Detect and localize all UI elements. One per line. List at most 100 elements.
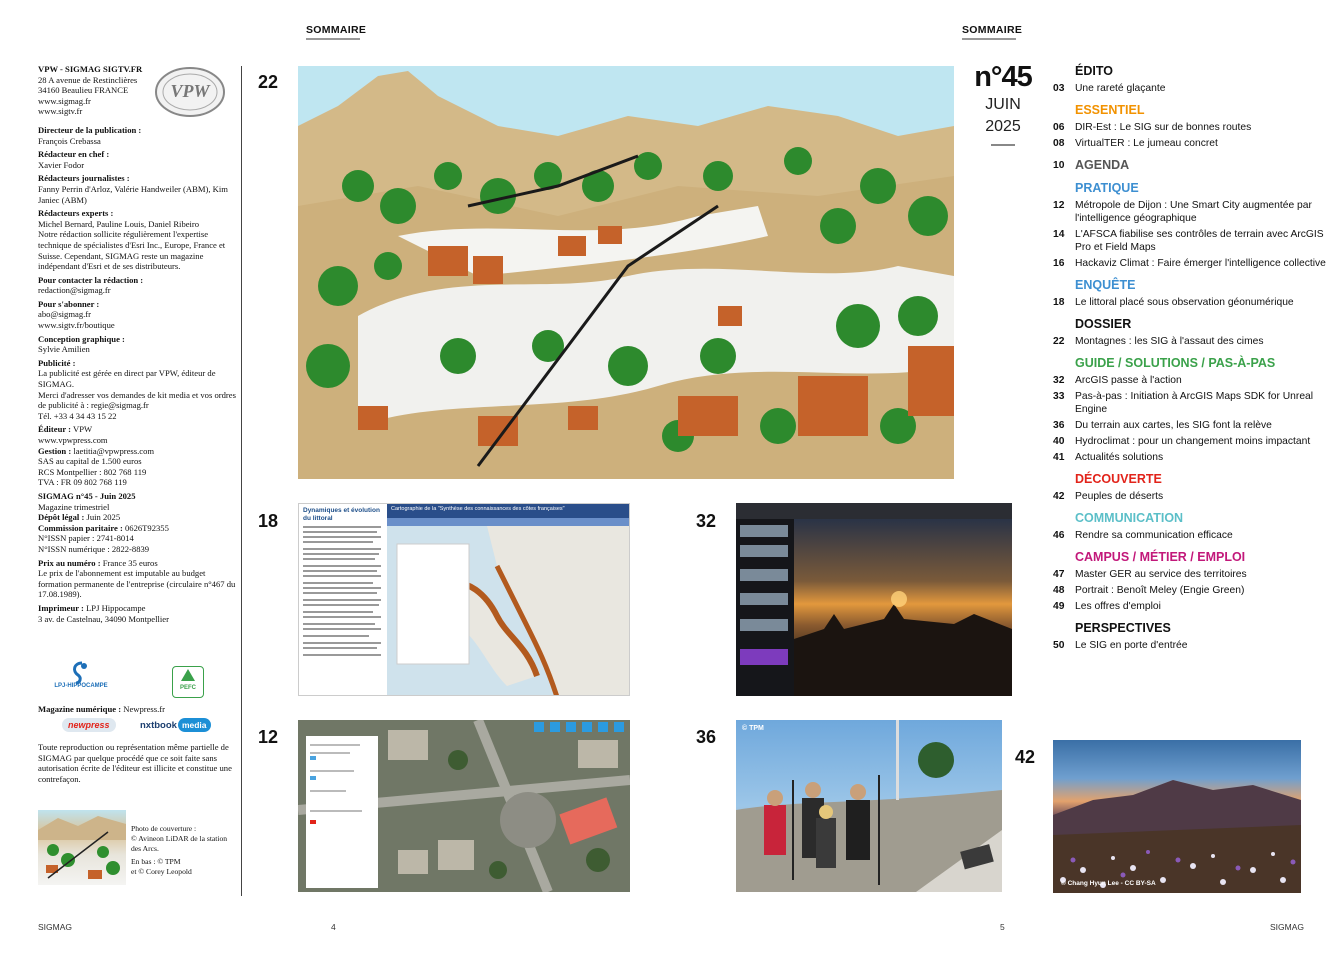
publisher-name: VPW - SIGMAG SIGTV.FR [38,64,143,74]
subscribe-web[interactable]: www.sigtv.fr/boutique [38,320,115,330]
toc-page-number: 08 [1053,138,1065,149]
toc-page-number: 47 [1053,569,1065,580]
toc-page-number: 06 [1053,122,1065,133]
toc-entry[interactable]: 48 Portrait : Benoît Meley (Engie Green) [1053,584,1338,597]
journalists-label: Rédacteurs journalistes : [38,173,130,184]
toc-entry[interactable]: 18 Le littoral placé sous observation géo… [1053,296,1338,309]
toc-entry-title: DIR-Est : Le SIG sur de bonnes routes [1075,122,1252,133]
toc-section-heading[interactable]: DOSSIER [1075,317,1338,332]
chief-editor-value: Xavier Fodor [38,159,85,170]
toc-section-heading[interactable]: GUIDE / SOLUTIONS / PAS-À-PAS [1075,356,1338,371]
unreal-viewport [794,519,1012,696]
toc-entry[interactable]: 47 Master GER au service des territoires [1053,568,1338,581]
coastline-banner-title: Cartographie de la "Synthèse des connais… [391,506,565,512]
newpress-logo[interactable]: newpress [62,718,116,732]
design-label: Conception graphique : [38,333,125,344]
toc-entry-title: ArcGIS passe à l'action [1075,375,1182,386]
vpw-logo-text: VPW [170,81,210,101]
nxtbook-logo-text: nxtbook [140,720,177,731]
issue-number: n°45 [974,61,1033,93]
toc-section-heading[interactable]: 10 AGENDA [1053,158,1338,173]
toc-entry[interactable]: 50 Le SIG en porte d'entrée [1053,639,1338,652]
toc-entry[interactable]: 14 L'AFSCA fiabilise ses contrôles de ter… [1053,228,1338,254]
management-email[interactable]: laetitia@vpwpress.com [73,446,154,456]
toc-entry-title: Actualités solutions [1075,452,1164,463]
toc-section-heading[interactable]: PERSPECTIVES [1075,621,1338,636]
website-sigmag[interactable]: www.sigmag.fr [38,96,91,106]
toc-entry[interactable]: 40 Hydroclimat : pour un changement moins… [1053,435,1338,448]
digital-label: Magazine numérique : [38,704,122,714]
cover-caption-line3: En bas : © TPM [131,857,181,867]
capital: SAS au capital de 1.500 euros [38,456,142,467]
toc-entry-title: Du terrain aux cartes, les SIG font la r… [1075,420,1272,431]
toc-entry[interactable]: 33 Pas-à-pas : Initiation à ArcGIS Maps S… [1053,390,1338,416]
picture-number-18: 18 [258,511,279,531]
toc-entry[interactable]: 12 Métropole de Dijon : Une Smart City au… [1053,199,1338,225]
cover-caption: Photo de couverture : © Avineon LiDAR de… [131,824,237,877]
subscribe-email[interactable]: abo@sigmag.fr [38,309,91,319]
toc-entry[interactable]: 46 Rendre sa communication efficace [1053,529,1338,542]
issue-block: n°45 JUIN 2025 [972,60,1034,146]
pefc-logo-text: PEFC [179,685,196,691]
coastline-map-screenshot: Dynamiques et évolution du littoral Cart… [298,503,630,696]
toc-entry-title: Le SIG en porte d'entrée [1075,640,1188,651]
toc-entry-title: Métropole de Dijon : Une Smart City augm… [1075,200,1312,224]
toc-page-number: 33 [1053,391,1065,402]
ads-label: Publicité : [38,357,76,368]
toc-page-number: 32 [1053,375,1065,386]
digital-magazine: Magazine numérique : Newpress.fr [38,704,165,714]
copyright-notice: Toute reproduction ou représentation mêm… [38,742,232,784]
vpw-logo: VPW [154,66,226,118]
toc-entry[interactable]: 49 Les offres d'emploi [1053,600,1338,613]
toc-section-heading[interactable]: ESSENTIEL [1075,103,1338,118]
toc-entry[interactable]: 36 Du terrain aux cartes, les SIG font la… [1053,419,1338,432]
ads-value: La publicité est gérée en direct par VPW… [38,368,216,390]
toc-entry[interactable]: 16 Hackaviz Climat : Faire émerger l'inte… [1053,257,1338,270]
toc-section-heading[interactable]: PRATIQUE [1075,181,1338,196]
toc-entry-title: Une rareté glaçante [1075,83,1166,94]
header-right: SOMMAIRE [962,24,1023,36]
toc-entry-title: L'AFSCA fiabilise ses contrôles de terra… [1075,229,1324,253]
website-sigtv[interactable]: www.sigtv.fr [38,106,82,116]
toc-section-heading[interactable]: ÉDITO [1075,64,1338,79]
toc-section-heading[interactable]: ENQUÊTE [1075,278,1338,293]
toc-section-heading[interactable]: COMMUNICATION [1075,511,1338,526]
toc-entry[interactable]: 06 DIR-Est : Le SIG sur de bonnes routes [1053,121,1338,134]
cover-caption-line2: © Avineon LiDAR de la station des Arcs. [131,833,228,853]
cover-thumbnail [38,810,126,885]
toc-entry[interactable]: 41 Actualités solutions [1053,451,1338,464]
toc-section-heading[interactable]: CAMPUS / MÉTIER / EMPLOI [1075,550,1338,565]
toc-entry-title: Les offres d'emploi [1075,601,1161,612]
editor-web[interactable]: www.vpwpress.com [38,435,108,445]
commission-label: Commission paritaire : [38,522,123,533]
toc-entry[interactable]: 32 ArcGIS passe à l'action [1053,374,1338,387]
director-value: François Crebassa [38,135,101,146]
picture-number-22: 22 [258,72,279,92]
contact-label: Pour contacter la rédaction : [38,274,144,285]
coastline-map [387,526,629,695]
digital-value[interactable]: Newpress.fr [123,704,165,714]
address-line2: 34160 Beaulieu FRANCE [38,85,129,96]
unreal-toolbar [736,503,1012,519]
printer-address: 3 av. de Castelnau, 34090 Montpellier [38,613,169,624]
toc-entry[interactable]: 08 VirtualTER : Le jumeau concret [1053,137,1338,150]
toc-entry-title: Montagnes : les SIG à l'assaut des cimes [1075,336,1264,347]
issue-type: Magazine trimestriel [38,501,110,512]
cover-caption-line4: et © Corey Leopold [131,867,192,877]
toc-entry[interactable]: 42 Peuples de déserts [1053,490,1338,503]
toc-entry-title: Le littoral placé sous observation géonu… [1075,297,1294,308]
toc-page-number: 03 [1053,83,1065,94]
legal-deposit-value: Juin 2025 [86,512,121,523]
contact-email[interactable]: redaction@sigmag.fr [38,285,111,295]
toc-page-number: 12 [1053,200,1065,211]
toc-section-heading[interactable]: DÉCOUVERTE [1075,472,1338,487]
toc-entry[interactable]: 22 Montagnes : les SIG à l'assaut des cim… [1053,335,1338,348]
toc-entry[interactable]: 03 Une rareté glaçante [1053,82,1338,95]
nxtbook-logo[interactable]: nxtbook media [140,718,211,732]
issue-year: 2025 [985,118,1021,135]
price-notice: Le prix de l'abonnement est imputable au… [38,568,236,600]
picture-number-32: 32 [696,511,717,531]
aerial-city-screenshot [298,720,630,892]
toc-page-number: 40 [1053,436,1065,447]
footer-left-brand: SIGMAG [38,922,73,932]
